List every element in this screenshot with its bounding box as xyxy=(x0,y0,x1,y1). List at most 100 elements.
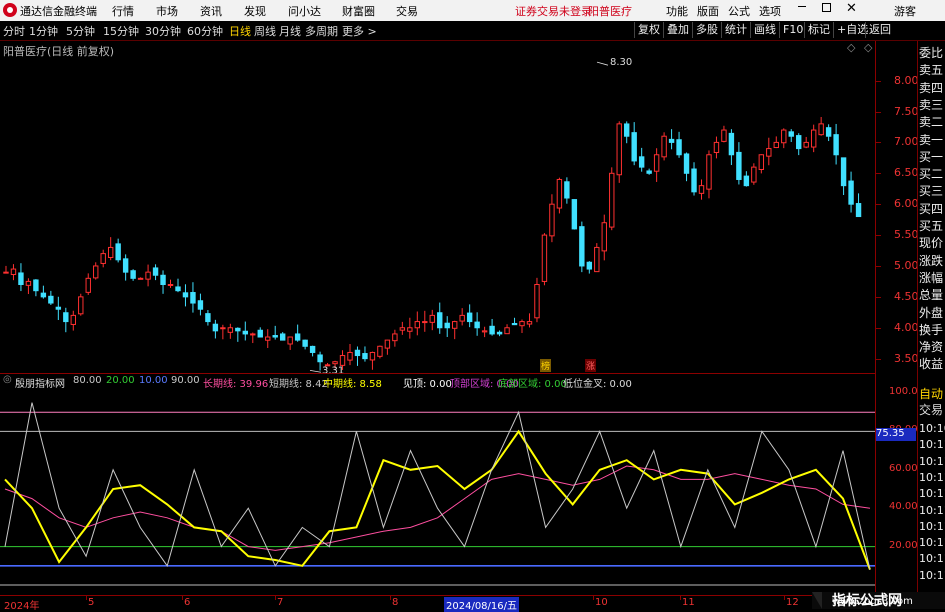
side-item[interactable]: 收益 xyxy=(919,357,943,371)
side-item[interactable]: 现价 xyxy=(919,236,943,250)
candle xyxy=(369,351,376,370)
menu-hangqing[interactable]: 行情 xyxy=(112,3,134,19)
menu-gongshi[interactable]: 公式 xyxy=(728,3,750,19)
price-tick-label: 4.50 xyxy=(894,289,919,303)
tab-60min[interactable]: 60分钟 xyxy=(187,23,223,39)
tab-weekly[interactable]: 周线 xyxy=(254,23,276,39)
candle xyxy=(661,132,667,161)
candle xyxy=(736,142,742,185)
candle xyxy=(48,290,54,305)
tab-fenshi[interactable]: 分时 xyxy=(3,23,25,39)
close-chart-icon[interactable]: ◇ xyxy=(864,41,872,54)
side-item[interactable]: 买三 xyxy=(919,184,943,198)
indicator-name[interactable]: 殷朋指标网 xyxy=(15,375,65,390)
btn-diejia[interactable]: 叠加 xyxy=(663,22,692,38)
side-item[interactable]: 净资 xyxy=(919,340,943,354)
tab-multi-period[interactable]: 多周期 xyxy=(305,23,338,39)
watermark-corner xyxy=(812,592,822,609)
menu-banmian[interactable]: 版面 xyxy=(697,3,719,19)
menu-faxian[interactable]: 发现 xyxy=(244,3,266,19)
side-item[interactable]: 换手 xyxy=(919,323,943,337)
menu-shichang[interactable]: 市场 xyxy=(156,3,178,19)
side-time-row: 10:11 xyxy=(919,470,945,484)
tab-daily[interactable]: 日线 xyxy=(229,23,251,39)
side-item[interactable]: 卖五 xyxy=(919,63,943,77)
menu-xuanxiang[interactable]: 选项 xyxy=(759,3,781,19)
btn-f10[interactable]: F10 xyxy=(779,22,806,38)
candle xyxy=(115,238,121,263)
close-icon[interactable]: ✕ xyxy=(846,1,857,16)
indicator-gear-icon[interactable]: ◎ xyxy=(3,374,12,385)
date-tick xyxy=(680,595,681,600)
expand-icon[interactable]: ◇ xyxy=(847,41,855,54)
side-item[interactable]: 买五 xyxy=(919,219,943,233)
minimize-icon[interactable] xyxy=(798,6,806,7)
date-axis xyxy=(0,595,875,610)
date-tick xyxy=(784,595,785,600)
side-item[interactable]: 买二 xyxy=(919,167,943,181)
indicator-header: ◎ 殷朋指标网 80.00 20.00 10.00 90.00 长期线: 39.96 短期… xyxy=(3,374,873,390)
btn-huaxian[interactable]: 画线 xyxy=(750,22,779,38)
indicator-item: 20.00 xyxy=(106,375,135,386)
candle xyxy=(519,319,525,334)
indicator-item: 短期线: 8.42 xyxy=(269,379,328,390)
candle xyxy=(653,148,660,182)
side-item[interactable]: 卖一 xyxy=(919,133,943,147)
marker-zhang[interactable]: 涨 xyxy=(585,359,597,372)
candle xyxy=(781,128,787,149)
candle xyxy=(631,122,637,166)
side-time-row: 10:11 xyxy=(919,454,945,468)
kline-chart[interactable]: 8.30 3.31 xyxy=(0,55,875,373)
login-notice[interactable]: 证券交易未登录 xyxy=(515,3,592,19)
side-item[interactable]: 涨跌 xyxy=(919,254,943,268)
candle xyxy=(279,332,286,341)
side-item[interactable]: 买一 xyxy=(919,150,943,164)
candle xyxy=(294,324,301,342)
tab-15min[interactable]: 15分钟 xyxy=(103,23,139,39)
btn-back[interactable]: 返回 xyxy=(865,22,894,38)
btn-tongji[interactable]: 统计 xyxy=(721,22,750,38)
candle xyxy=(489,318,495,336)
candle xyxy=(175,278,181,293)
side-lower-item[interactable]: 自动 xyxy=(919,387,943,401)
marker-bang[interactable]: 榜 xyxy=(540,359,552,372)
menu-jiaoyi[interactable]: 交易 xyxy=(396,3,418,19)
app-title: 通达信金融终端 xyxy=(20,5,97,18)
side-item[interactable]: 涨幅 xyxy=(919,271,943,285)
axis-divider xyxy=(875,41,876,596)
price-tick xyxy=(876,204,881,206)
side-item[interactable]: 外盘 xyxy=(919,306,943,320)
candle xyxy=(250,332,256,344)
side-item[interactable]: 买四 xyxy=(919,202,943,216)
candle xyxy=(40,285,47,299)
side-time-row: 10:11 xyxy=(919,487,945,501)
maximize-icon[interactable] xyxy=(822,3,831,12)
side-item[interactable]: 卖三 xyxy=(919,98,943,112)
menu-caifuquan[interactable]: 财富圈 xyxy=(342,3,375,19)
candle xyxy=(167,279,174,288)
side-item[interactable]: 卖二 xyxy=(919,115,943,129)
menu-zixun[interactable]: 资讯 xyxy=(200,3,222,19)
user-label[interactable]: 游客 xyxy=(894,3,916,19)
btn-duogu[interactable]: 多股 xyxy=(692,22,721,38)
btn-biaoji[interactable]: 标记 xyxy=(804,22,833,38)
side-item[interactable]: 总量 xyxy=(919,288,943,302)
indicator-chart[interactable] xyxy=(0,389,875,595)
btn-fuquan[interactable]: 复权 xyxy=(634,22,663,38)
side-item[interactable]: 卖四 xyxy=(919,81,943,95)
side-item[interactable]: 委比 xyxy=(919,46,943,60)
side-lower-item[interactable]: 交易 xyxy=(919,403,943,417)
candle xyxy=(152,264,159,281)
menu-wenxiaoda[interactable]: 问小达 xyxy=(288,3,321,19)
candle xyxy=(422,310,428,332)
tab-monthly[interactable]: 月线 xyxy=(279,23,301,39)
tab-5min[interactable]: 5分钟 xyxy=(66,23,95,39)
candle xyxy=(399,321,406,335)
candle xyxy=(354,346,361,366)
tab-1min[interactable]: 1分钟 xyxy=(29,23,58,39)
price-tick xyxy=(876,265,881,267)
tab-30min[interactable]: 30分钟 xyxy=(145,23,181,39)
menu-gongneng[interactable]: 功能 xyxy=(666,3,688,19)
tab-more[interactable]: 更多 > xyxy=(342,23,377,39)
price-tick-label: 5.00 xyxy=(894,258,919,272)
